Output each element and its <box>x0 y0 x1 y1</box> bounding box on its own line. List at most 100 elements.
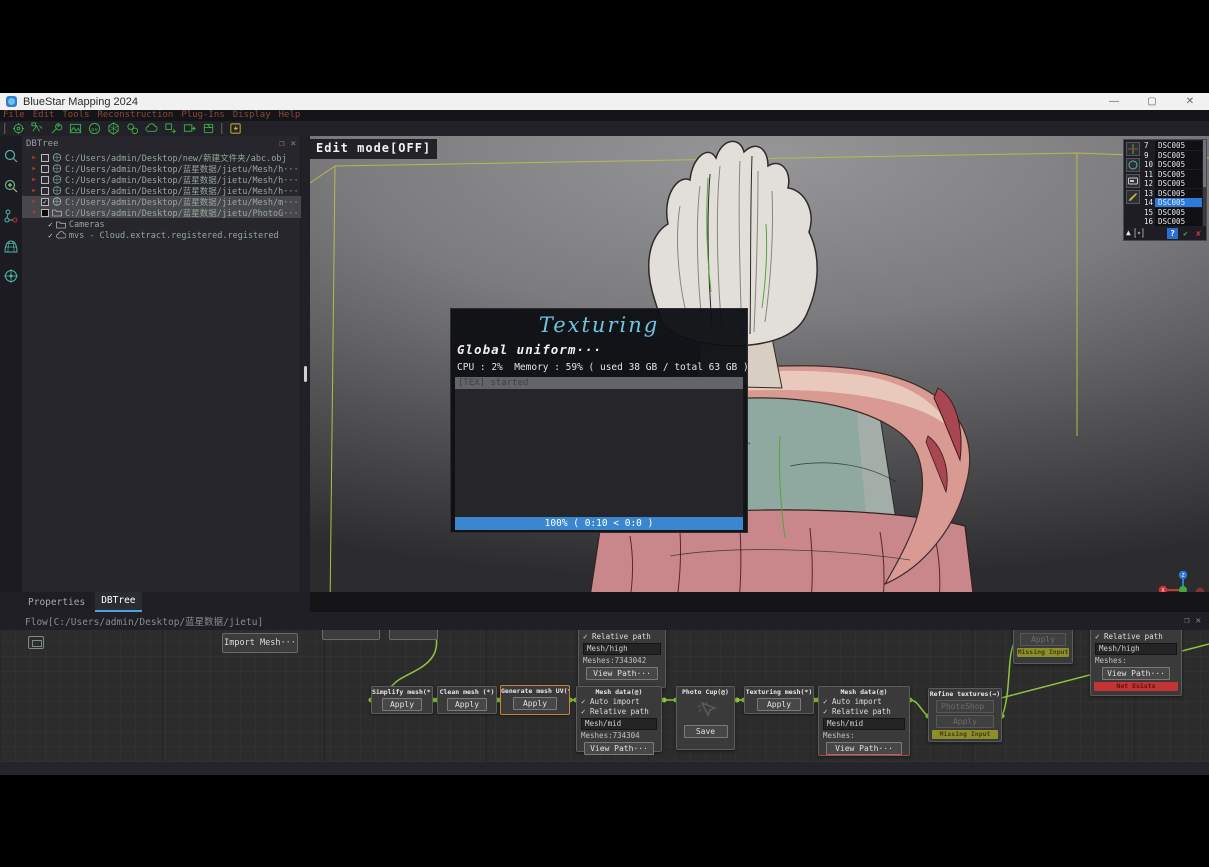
path-input[interactable]: Mesh/high <box>1095 643 1177 655</box>
edit-pencil-icon[interactable] <box>1126 190 1140 204</box>
rotate-icon[interactable] <box>1126 158 1140 172</box>
import-mesh-button[interactable]: Import Mesh··· <box>222 633 298 653</box>
accept-button[interactable]: ✔ <box>1180 228 1191 239</box>
tree-row[interactable]: ▶ C:/Users/admin/Desktop/蓝星数据/jietu/Mesh… <box>22 174 301 185</box>
node-generate-mesh-uv[interactable]: Generate mesh UV(*) Apply <box>500 685 570 715</box>
tree-row[interactable]: ✓ Cameras <box>22 219 301 230</box>
auto-import-checkbox[interactable]: ✓ Auto import <box>819 697 909 707</box>
package-box-icon[interactable] <box>202 122 215 135</box>
node-mesh-data-top-right[interactable]: ✓ Relative path Mesh/high Meshes: View P… <box>1090 630 1182 696</box>
photo-row[interactable]: 13DSC005 <box>1142 189 1206 199</box>
tab-dbtree[interactable]: DBTree <box>95 592 141 612</box>
tree-row[interactable]: ✓ mvs - Cloud.extract.registered.registe… <box>22 230 301 241</box>
path-input[interactable]: Mesh/mid <box>823 718 905 730</box>
tree-row[interactable]: ▶ C:/Users/admin/Desktop/蓝星数据/jietu/Mesh… <box>22 163 301 174</box>
photo-row[interactable]: 7DSC005 <box>1142 141 1206 151</box>
apply-button[interactable]: Apply <box>513 697 557 710</box>
path-input[interactable]: Mesh/mid <box>581 718 657 730</box>
relative-path-checkbox[interactable]: ✓ Relative path <box>579 632 665 642</box>
relative-path-checkbox[interactable]: ✓ Relative path <box>577 707 661 717</box>
help-button[interactable]: ? <box>1167 228 1178 239</box>
flow-home-icon[interactable] <box>28 636 44 649</box>
expand-arrow-icon[interactable]: ▶ <box>30 176 38 183</box>
tree-row[interactable]: ▶ C:/Users/admin/Desktop/蓝星数据/jietu/Mesh… <box>22 185 301 196</box>
zoom-select-icon[interactable] <box>3 178 19 194</box>
node-mesh-data-right[interactable]: Mesh data(@) ✓ Auto import ✓ Relative pa… <box>818 686 910 756</box>
crop-region-icon[interactable] <box>31 122 44 135</box>
reject-button[interactable]: ✘ <box>1193 228 1204 239</box>
move-icon[interactable] <box>1126 142 1140 156</box>
photoshop-dropdown[interactable]: PhotoShop <box>936 700 994 713</box>
mesh-cage-icon[interactable] <box>3 238 19 254</box>
expand-arrow-icon[interactable]: ▶ <box>30 187 38 194</box>
orbit-target-icon[interactable] <box>3 268 19 284</box>
node-simplify-mesh[interactable]: Simplify mesh(*) Apply <box>371 686 433 714</box>
row-checkbox[interactable] <box>41 154 49 162</box>
close-panel-icon[interactable]: ✕ <box>1196 617 1201 626</box>
tree-row-selected[interactable]: ▶ ✓ C:/Users/admin/Desktop/蓝星数据/jietu/Me… <box>22 196 301 207</box>
close-button[interactable]: ✕ <box>1171 93 1209 110</box>
sync-gears-icon[interactable] <box>126 122 139 135</box>
apply-button-disabled[interactable]: Apply <box>1020 633 1066 646</box>
row-checkbox[interactable] <box>41 165 49 173</box>
expand-up-icon[interactable]: ▲ <box>1126 229 1131 237</box>
relative-path-checkbox[interactable]: ✓ Relative path <box>1091 632 1181 642</box>
photo-row[interactable]: 16DSC005 <box>1142 217 1206 226</box>
node-photo-cup[interactable]: Photo Cup(@) Save <box>676 686 735 750</box>
menu-plugins[interactable]: Plug-Ins <box>181 110 224 121</box>
view-path-button[interactable]: View Path··· <box>1102 667 1170 680</box>
node-texturing-mesh[interactable]: Texturing mesh(*) Apply <box>744 686 814 714</box>
node-clipped-apply[interactable]: Apply Missing Input <box>1013 630 1073 664</box>
node-refine-textures[interactable]: Refine textures(→) PhotoShop Apply Missi… <box>928 688 1002 742</box>
apply-button[interactable]: Apply <box>382 698 422 711</box>
tree-row-selected[interactable]: ▼ C:/Users/admin/Desktop/蓝星数据/jietu/Phot… <box>22 207 301 218</box>
photo-row[interactable]: 12DSC005 <box>1142 179 1206 189</box>
image-edit-icon[interactable] <box>69 122 82 135</box>
display-card-icon[interactable] <box>1126 174 1140 188</box>
viewport-3d[interactable]: Shining 3d.com <box>310 136 1209 610</box>
frame-marker-icon[interactable] <box>1134 228 1144 238</box>
clipped-button[interactable] <box>389 630 438 640</box>
collapse-arrow-icon[interactable]: ▼ <box>30 209 38 216</box>
photo-row-selected[interactable]: 14DSC005 <box>1142 198 1206 208</box>
path-input[interactable]: Mesh/high <box>583 643 661 655</box>
minimize-button[interactable]: — <box>1095 93 1133 110</box>
auto-import-checkbox[interactable]: ✓ Auto import <box>577 697 661 707</box>
search-icon[interactable] <box>3 148 19 164</box>
menu-tools[interactable]: Tools <box>62 110 89 121</box>
tab-properties[interactable]: Properties <box>22 594 91 612</box>
float-panel-icon[interactable]: ❐ <box>279 140 284 149</box>
menu-display[interactable]: Display <box>233 110 271 121</box>
apply-button[interactable]: Apply <box>447 698 487 711</box>
row-checkbox-partial[interactable] <box>41 209 49 217</box>
mesh-box-icon[interactable] <box>107 122 120 135</box>
photo-row[interactable]: 9DSC005 <box>1142 151 1206 161</box>
apply-button-disabled[interactable]: Apply <box>936 715 994 728</box>
row-checkbox-checked[interactable]: ✓ <box>41 198 49 206</box>
relative-path-checkbox[interactable]: ✓ Relative path <box>819 707 909 717</box>
tree-row[interactable]: ▶ C:/Users/admin/Desktop/new/新建文件夹/abc.o… <box>22 152 301 163</box>
node-clean-mesh[interactable]: Clean mesh (*) Apply <box>437 686 497 714</box>
expand-arrow-icon[interactable]: ▶ <box>30 154 38 161</box>
menu-help[interactable]: Help <box>279 110 301 121</box>
photo-row[interactable]: 11DSC005 <box>1142 170 1206 180</box>
photo-row[interactable]: 15DSC005 <box>1142 208 1206 218</box>
close-panel-icon[interactable]: ✕ <box>291 140 296 149</box>
expand-arrow-icon[interactable]: ▶ <box>30 165 38 172</box>
uv-unwrap-icon[interactable]: uv <box>88 122 101 135</box>
view-path-button[interactable]: View Path··· <box>826 742 902 755</box>
splitter-handle[interactable] <box>304 366 307 382</box>
box-transfer-icon[interactable] <box>164 122 177 135</box>
expand-arrow-icon[interactable]: ▶ <box>30 198 38 205</box>
image-export-icon[interactable] <box>183 122 196 135</box>
tools-wrench-icon[interactable] <box>50 122 63 135</box>
apply-button[interactable]: Apply <box>757 698 801 711</box>
row-checkbox[interactable] <box>41 187 49 195</box>
flow-node-canvas[interactable]: Import Mesh··· ✓ Relative path Mesh/high… <box>0 630 1209 762</box>
check-glyph[interactable]: ✓ <box>48 220 53 229</box>
node-graph-icon[interactable] <box>3 208 19 224</box>
settings-gear-icon[interactable] <box>12 122 25 135</box>
float-panel-icon[interactable]: ❐ <box>1184 617 1189 626</box>
photo-scrollbar[interactable] <box>1203 140 1206 226</box>
menu-reconstruction[interactable]: Reconstruction <box>97 110 173 121</box>
